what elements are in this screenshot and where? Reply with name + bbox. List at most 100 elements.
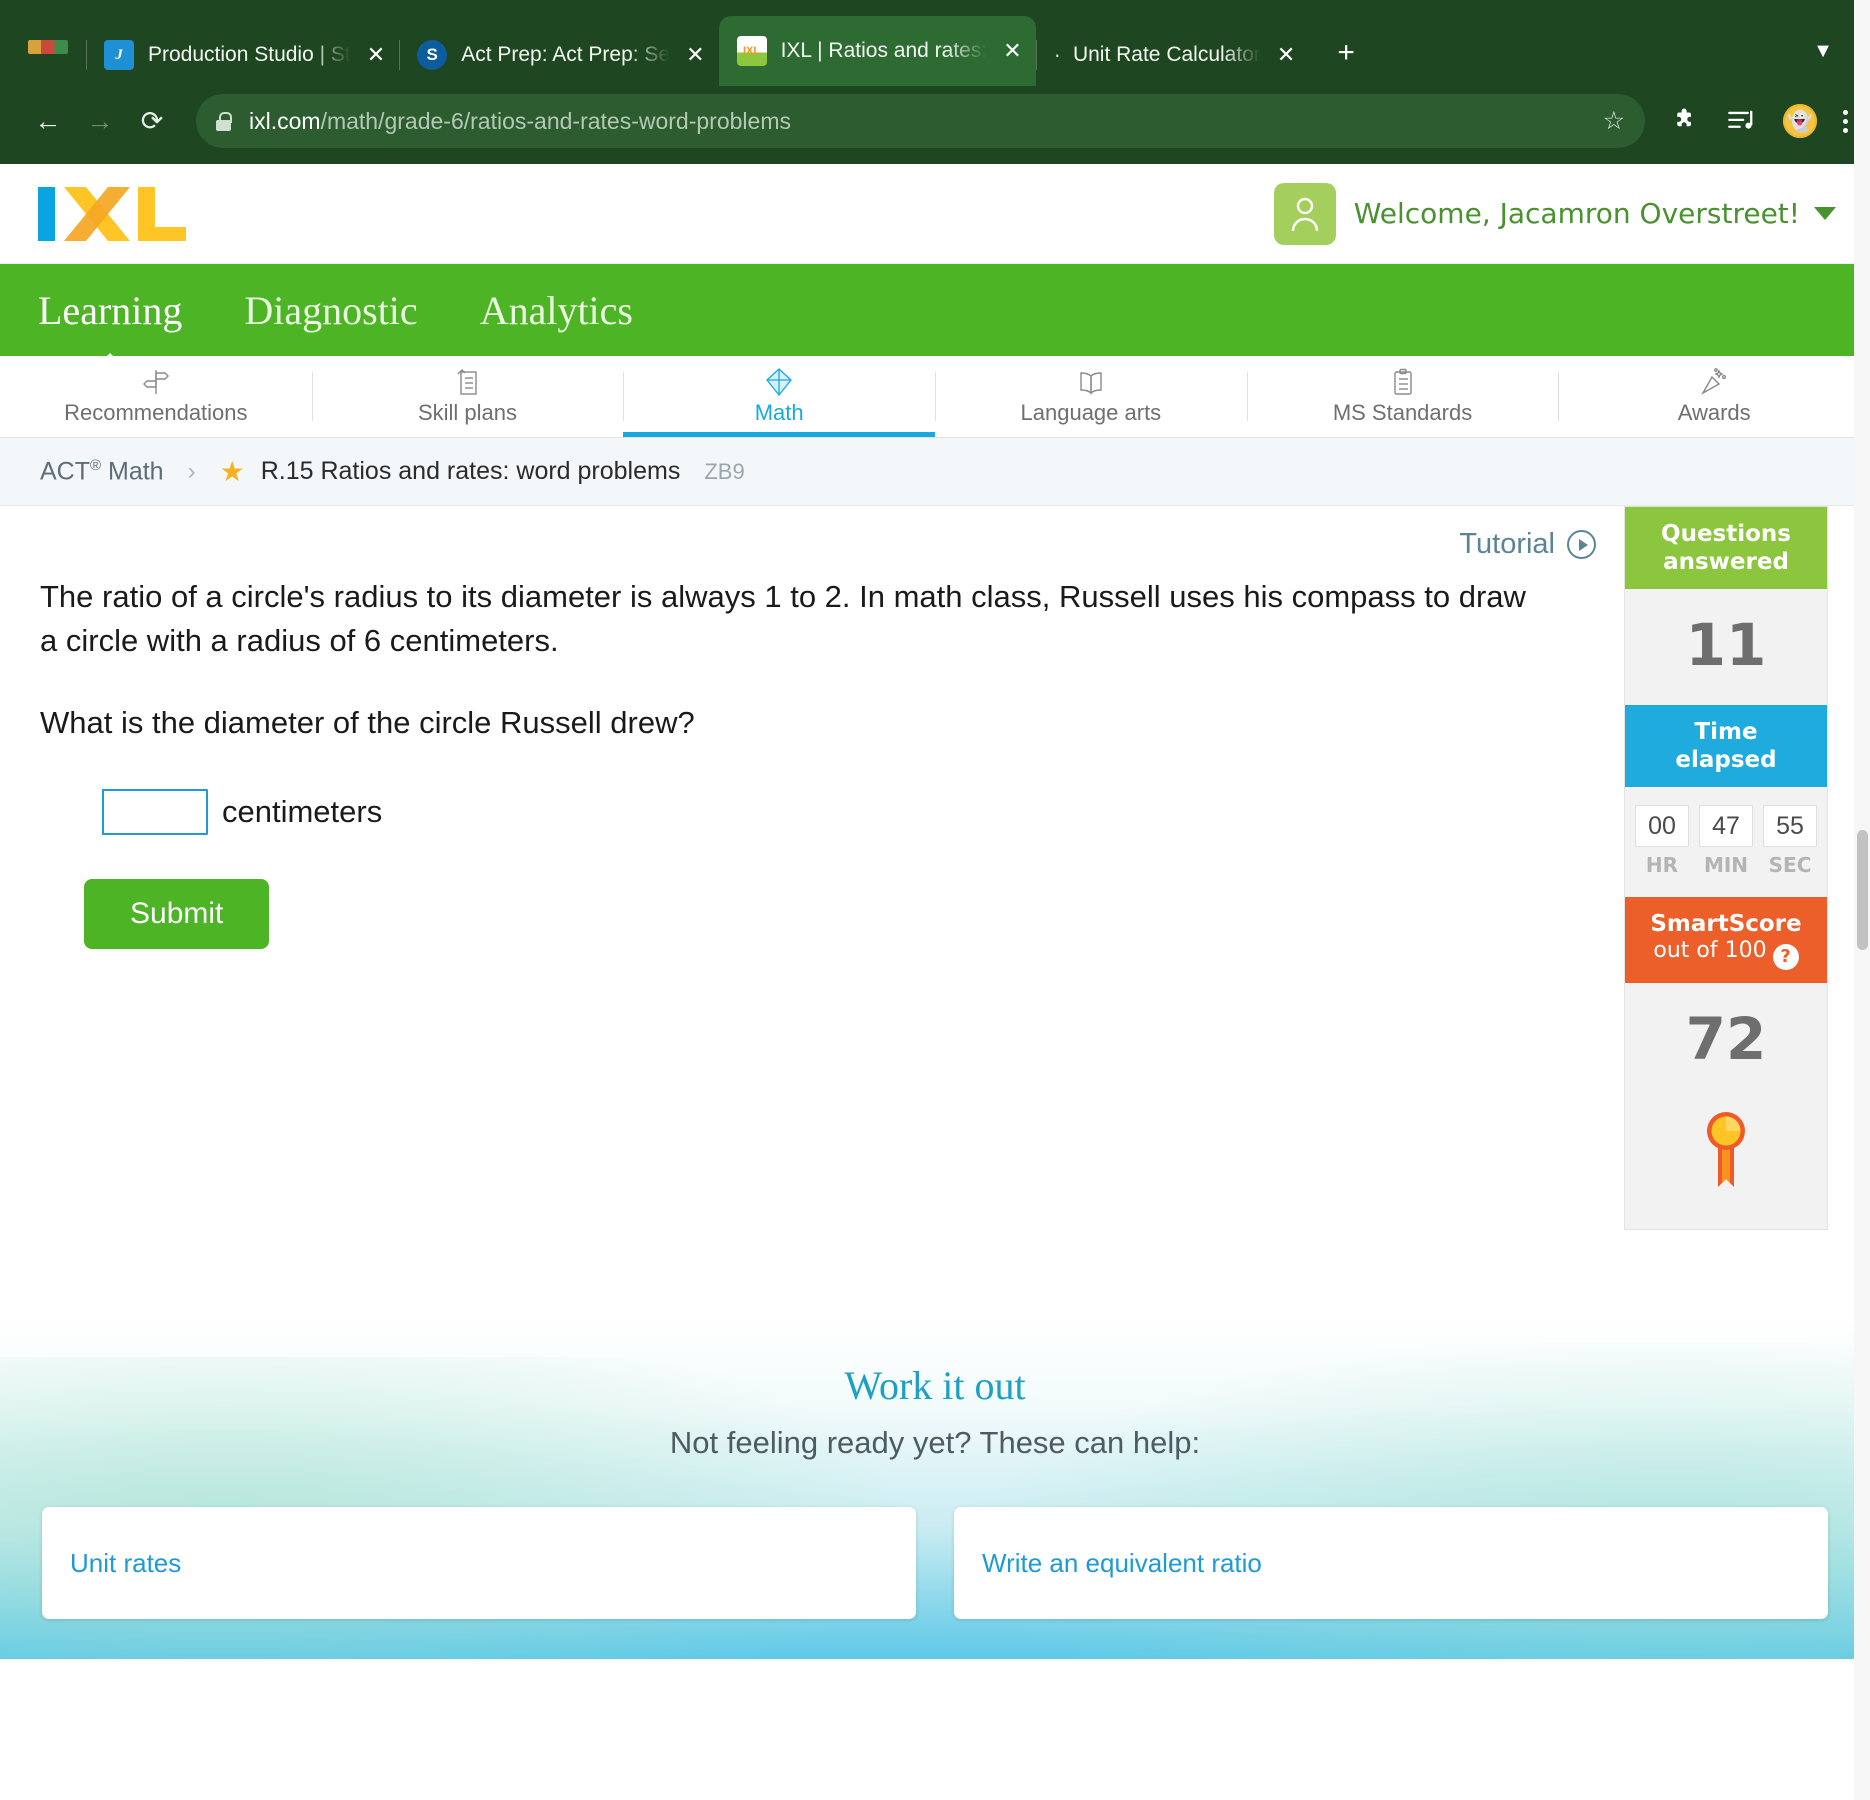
forward-icon[interactable]: → xyxy=(74,95,126,147)
browser-tab-4[interactable]: · Unit Rate Calculator ✕ xyxy=(1035,24,1310,86)
nav-item-analytics[interactable]: Analytics xyxy=(480,287,633,334)
clock-minutes: 47 xyxy=(1699,805,1753,848)
browser-chrome: J Production Studio | St ✕ S Act Prep: A… xyxy=(0,0,1870,164)
kebab-menu-icon[interactable] xyxy=(1843,109,1848,133)
tab-close-icon[interactable]: ✕ xyxy=(1003,40,1021,62)
questions-answered-value: 11 xyxy=(1685,611,1767,680)
page-scrollbar-thumb[interactable] xyxy=(1857,830,1868,950)
question-paragraph-2: What is the diameter of the circle Russe… xyxy=(40,705,695,741)
work-it-out-title: Work it out xyxy=(844,1363,1026,1408)
registered-icon: ® xyxy=(90,456,102,474)
tab-language-arts[interactable]: Language arts xyxy=(935,356,1247,437)
checklist-icon xyxy=(456,367,480,397)
tab-close-icon[interactable]: ✕ xyxy=(367,44,385,66)
breadcrumb-separator-icon: › xyxy=(187,457,196,485)
smartscore-subtitle-row: out of 100? xyxy=(1631,938,1821,971)
tutorial-row: Tutorial xyxy=(40,506,1624,561)
tab-math[interactable]: Math xyxy=(623,356,935,437)
tab-label: Math xyxy=(754,400,804,425)
reload-icon[interactable]: ⟳ xyxy=(126,95,178,147)
tab-title: IXL | Ratios and rates: xyxy=(780,39,988,62)
work-it-out-section: Work it out Not feeling ready yet? These… xyxy=(0,1316,1870,1659)
questions-answered-line2: answered xyxy=(1663,549,1789,576)
breadcrumb-root-tail: Math xyxy=(101,457,164,486)
media-icon[interactable] xyxy=(1727,108,1757,134)
time-elapsed-header: Time elapsed xyxy=(1625,705,1827,788)
help-card-label: Write an equivalent ratio xyxy=(982,1547,1262,1578)
breadcrumb-root[interactable]: ACT® Math xyxy=(40,457,164,486)
browser-tab-1[interactable]: J Production Studio | St ✕ xyxy=(86,24,399,86)
ixl-logo[interactable] xyxy=(34,185,190,243)
favorite-star-icon[interactable]: ★ xyxy=(220,455,245,488)
tab-label: Skill plans xyxy=(417,400,518,425)
omnibox-toolbar: ← → ⟳ ixl.com/math/grade-6/ratios-and-ra… xyxy=(0,86,1870,164)
nav-item-diagnostic[interactable]: Diagnostic xyxy=(244,287,417,334)
tab-title: Act Prep: Act Prep: Se xyxy=(461,43,671,66)
tab-label: Awards xyxy=(1677,400,1751,425)
bullet-icon: · xyxy=(1053,42,1061,67)
user-menu[interactable]: Welcome, Jacamron Overstreet! xyxy=(1273,182,1836,245)
snapchat-avatar-icon[interactable]: 👻 xyxy=(1783,104,1817,138)
chevron-down-icon[interactable] xyxy=(1814,207,1836,220)
back-icon[interactable]: ← xyxy=(22,95,74,147)
help-card[interactable]: Write an equivalent ratio xyxy=(954,1507,1828,1619)
breadcrumb: ACT® Math › ★ R.15 Ratios and rates: wor… xyxy=(0,438,1870,506)
address-bar[interactable]: ixl.com/math/grade-6/ratios-and-rates-wo… xyxy=(196,94,1645,148)
tab-recommendations[interactable]: Recommendations xyxy=(0,356,312,437)
welcome-text: Welcome, Jacamron Overstreet! xyxy=(1353,197,1800,230)
tab-label: Recommendations xyxy=(64,400,248,425)
question-area: Tutorial The ratio of a circle's radius … xyxy=(0,506,1624,1316)
help-card[interactable]: Unit rates xyxy=(42,1507,916,1619)
act-prep-icon: S xyxy=(417,40,448,70)
tab-title: Unit Rate Calculator xyxy=(1072,43,1261,66)
clock-hours: 00 xyxy=(1635,805,1689,848)
tab-list-icon[interactable]: ▼ xyxy=(1806,34,1840,68)
smartscore-title: SmartScore xyxy=(1650,911,1802,938)
play-circle-icon[interactable] xyxy=(1567,530,1596,559)
tab-title: Production Studio | St xyxy=(148,43,351,66)
primary-nav: Learning Diagnostic Analytics xyxy=(0,264,1870,356)
tab-skill-plans[interactable]: Skill plans xyxy=(311,356,624,437)
tab-close-icon[interactable]: ✕ xyxy=(1277,44,1295,66)
browser-brand-icon xyxy=(28,40,68,54)
bookmark-star-icon[interactable]: ☆ xyxy=(1603,106,1625,136)
answer-row: centimeters xyxy=(40,789,1624,836)
answer-input[interactable] xyxy=(102,789,208,836)
clock-label-sec: SEC xyxy=(1768,853,1812,878)
help-card-label: Unit rates xyxy=(70,1547,182,1578)
help-card-list: Unit rates Write an equivalent ratio xyxy=(0,1507,1870,1619)
browser-tab-2[interactable]: S Act Prep: Act Prep: Se ✕ xyxy=(399,24,718,86)
clock-label-min: MIN xyxy=(1703,853,1749,878)
tutorial-link[interactable]: Tutorial xyxy=(1459,528,1596,561)
nav-item-learning[interactable]: Learning xyxy=(38,287,182,334)
party-popper-icon xyxy=(1700,367,1728,397)
browser-tab-3-active[interactable]: IXL IXL | Ratios and rates: ✕ xyxy=(718,16,1036,86)
question-paragraph-1: The ratio of a circle's radius to its di… xyxy=(40,579,1526,659)
tab-close-icon[interactable]: ✕ xyxy=(686,44,704,66)
time-elapsed-line1: Time xyxy=(1694,719,1758,746)
time-elapsed-labels: HR MIN SEC xyxy=(1625,847,1827,897)
work-it-out-subtitle: Not feeling ready yet? These can help: xyxy=(669,1425,1201,1460)
unit-label: centimeters xyxy=(222,794,383,830)
score-panel: Questions answered 11 Time elapsed 00 47… xyxy=(1624,506,1828,1231)
url-text: ixl.com/math/grade-6/ratios-and-rates-wo… xyxy=(249,107,791,134)
clock-seconds: 55 xyxy=(1763,805,1817,848)
new-tab-button[interactable]: + xyxy=(1337,36,1355,70)
clipboard-icon xyxy=(1391,367,1415,397)
site-header: Welcome, Jacamron Overstreet! xyxy=(0,164,1870,264)
smartscore-subtitle: out of 100 xyxy=(1653,938,1767,964)
signpost-icon xyxy=(142,367,169,397)
tab-awards[interactable]: Awards xyxy=(1558,356,1870,437)
puzzle-icon[interactable] xyxy=(1671,106,1701,136)
help-icon[interactable]: ? xyxy=(1772,944,1799,971)
smartscore-value: 72 xyxy=(1685,1005,1767,1074)
toolbar-icons: 👻 xyxy=(1663,104,1848,138)
tab-strip: J Production Studio | St ✕ S Act Prep: A… xyxy=(0,0,1870,86)
subject-tabs: Recommendations Skill plans Math Languag… xyxy=(0,356,1870,438)
main-content: Tutorial The ratio of a circle's radius … xyxy=(0,506,1870,1316)
ixl-icon: IXL xyxy=(736,36,767,66)
questions-answered-header: Questions answered xyxy=(1625,507,1827,590)
tab-ms-standards[interactable]: MS Standards xyxy=(1246,356,1559,437)
submit-button[interactable]: Submit xyxy=(84,879,270,950)
tab-label: Language arts xyxy=(1020,400,1162,425)
